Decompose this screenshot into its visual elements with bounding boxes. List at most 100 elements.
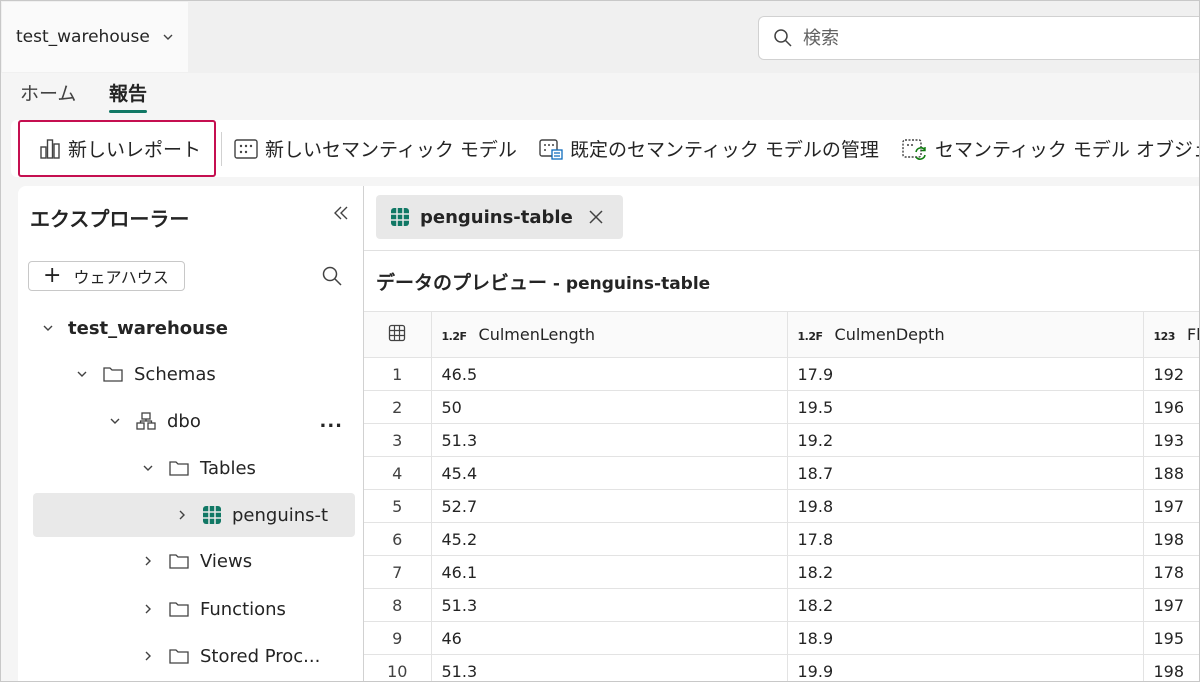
table-cell[interactable]: 18.2	[787, 588, 1144, 622]
table-cell[interactable]: 51.3	[431, 654, 788, 681]
row-number[interactable]: 8	[364, 588, 432, 622]
table-cell[interactable]: 192	[1143, 357, 1199, 391]
tab-home[interactable]: ホーム	[20, 81, 76, 113]
row-number[interactable]: 6	[364, 522, 432, 556]
tree-item-warehouse[interactable]: test_warehouse	[42, 306, 228, 350]
chevron-down-icon	[110, 418, 120, 424]
column-header[interactable]: 123 FlipperLength	[1143, 311, 1199, 358]
semantic-model-objects-label: セマンティック モデル オブジェクト	[935, 139, 1199, 161]
table-cell[interactable]: 46.5	[431, 357, 788, 391]
search-box[interactable]	[758, 16, 1199, 60]
table-cell[interactable]: 197	[1143, 489, 1199, 523]
new-semantic-model-button[interactable]: 新しいセマンティック モデル	[233, 120, 517, 177]
decimal-type-icon: 1.2F	[441, 330, 468, 343]
tree-item-stored-procedures[interactable]: Stored Proc...	[142, 634, 320, 678]
table-cell[interactable]: 18.7	[787, 456, 1144, 490]
table-row[interactable]: 5 52.7 19.8 197	[364, 489, 1199, 523]
preview-title-main: データのプレビュー	[376, 272, 548, 294]
table-row[interactable]: 1 46.5 17.9 192	[364, 357, 1199, 391]
table-row[interactable]: 7 46.1 18.2 178	[364, 555, 1199, 589]
new-report-button[interactable]: 新しいレポート	[18, 120, 216, 177]
table-cell[interactable]: 193	[1143, 423, 1199, 457]
table-cell[interactable]: 45.2	[431, 522, 788, 556]
column-name: FlipperLength	[1186, 325, 1199, 344]
folder-icon	[169, 649, 189, 664]
table-cell[interactable]: 188	[1143, 456, 1199, 490]
manage-default-model-button[interactable]: 既定のセマンティック モデルの管理	[538, 120, 879, 177]
app-window: test_warehouse ホーム 報告 新しいレポート 新しいセマンティック…	[0, 0, 1200, 682]
row-number[interactable]: 7	[364, 555, 432, 589]
column-header[interactable]: 1.2F CulmenLength	[431, 311, 788, 358]
table-cell[interactable]: 198	[1143, 654, 1199, 681]
more-options-icon[interactable]: ...	[319, 411, 343, 432]
table-cell[interactable]: 51.3	[431, 588, 788, 622]
tree-item-tables[interactable]: Tables	[142, 446, 256, 490]
row-number[interactable]: 1	[364, 357, 432, 391]
collapse-pane-icon[interactable]	[331, 203, 351, 223]
row-number[interactable]: 2	[364, 390, 432, 424]
table-row[interactable]: 6 45.2 17.8 198	[364, 522, 1199, 556]
table-cell[interactable]: 197	[1143, 588, 1199, 622]
table-cell[interactable]: 50	[431, 390, 788, 424]
tree-item-label: penguins-t	[232, 504, 329, 526]
tree-item-schemas[interactable]: Schemas	[76, 352, 216, 396]
tree-item-label: Views	[200, 550, 253, 572]
data-grid[interactable]: 1.2F CulmenLength 1.2F CulmenDepth 123 Flip…	[364, 311, 1199, 681]
tree-item-dbo[interactable]: dbo ...	[109, 399, 359, 443]
table-cell[interactable]: 45.4	[431, 456, 788, 490]
table-cell[interactable]: 19.8	[787, 489, 1144, 523]
semantic-model-icon	[234, 138, 258, 159]
table-cell[interactable]: 19.2	[787, 423, 1144, 457]
ribbon-toolbar: 新しいレポート 新しいセマンティック モデル 既定のセマンティック モデルの管理…	[11, 120, 1199, 177]
table-cell[interactable]: 18.2	[787, 555, 1144, 589]
tree-item-penguins-table[interactable]: penguins-t	[33, 493, 355, 537]
workspace-switcher[interactable]: test_warehouse	[2, 2, 188, 72]
table-cell[interactable]: 178	[1143, 555, 1199, 589]
table-header-row: 1.2F CulmenLength 1.2F CulmenDepth 123 Flip…	[364, 311, 1199, 358]
chevron-down-icon	[163, 34, 173, 40]
table-cell[interactable]: 198	[1143, 522, 1199, 556]
refresh-model-icon	[902, 138, 926, 160]
row-number[interactable]: 4	[364, 456, 432, 490]
table-body: 1 46.5 17.9 192 2 50 19.5 196 3 51.3 19.2 193 4 45.4 1…	[364, 357, 1199, 681]
table-cell[interactable]: 17.9	[787, 357, 1144, 391]
plus-icon: +	[43, 263, 62, 288]
select-all-cell[interactable]	[364, 311, 432, 358]
table-cell[interactable]: 17.8	[787, 522, 1144, 556]
tab-report[interactable]: 報告	[109, 81, 148, 113]
row-number[interactable]: 10	[364, 654, 432, 681]
table-cell[interactable]: 19.5	[787, 390, 1144, 424]
table-cell[interactable]: 52.7	[431, 489, 788, 523]
table-cell[interactable]: 51.3	[431, 423, 788, 457]
top-bar: test_warehouse	[1, 1, 1199, 73]
row-number[interactable]: 3	[364, 423, 432, 457]
tree-item-label: dbo	[167, 410, 201, 432]
tab-label: penguins-table	[420, 206, 573, 228]
table-cell[interactable]: 46.1	[431, 555, 788, 589]
table-row[interactable]: 10 51.3 19.9 198	[364, 654, 1199, 681]
table-row[interactable]: 2 50 19.5 196	[364, 390, 1199, 424]
row-number[interactable]: 5	[364, 489, 432, 523]
table-cell[interactable]: 196	[1143, 390, 1199, 424]
table-cell[interactable]: 19.9	[787, 654, 1144, 681]
explorer-pane: エクスプローラー + ウェアハウス test_warehouse Schemas…	[18, 186, 363, 681]
tree-item-views[interactable]: Views	[142, 539, 252, 583]
tree-item-functions[interactable]: Functions	[142, 587, 286, 631]
table-cell[interactable]: 18.9	[787, 621, 1144, 655]
column-header[interactable]: 1.2F CulmenDepth	[787, 311, 1144, 358]
chevron-down-icon	[143, 465, 153, 471]
semantic-model-objects-button[interactable]: セマンティック モデル オブジェクト	[901, 120, 1199, 177]
table-row[interactable]: 4 45.4 18.7 188	[364, 456, 1199, 490]
table-row[interactable]: 9 46 18.9 195	[364, 621, 1199, 655]
tab-penguins-table[interactable]: penguins-table	[376, 195, 623, 239]
close-icon[interactable]	[588, 209, 604, 225]
folder-icon	[103, 367, 123, 382]
table-cell[interactable]: 195	[1143, 621, 1199, 655]
table-row[interactable]: 3 51.3 19.2 193	[364, 423, 1199, 457]
table-cell[interactable]: 46	[431, 621, 788, 655]
table-row[interactable]: 8 51.3 18.2 197	[364, 588, 1199, 622]
row-number[interactable]: 9	[364, 621, 432, 655]
search-input[interactable]	[803, 27, 1183, 49]
add-warehouse-button[interactable]: + ウェアハウス	[28, 261, 185, 291]
search-icon[interactable]	[321, 265, 343, 287]
